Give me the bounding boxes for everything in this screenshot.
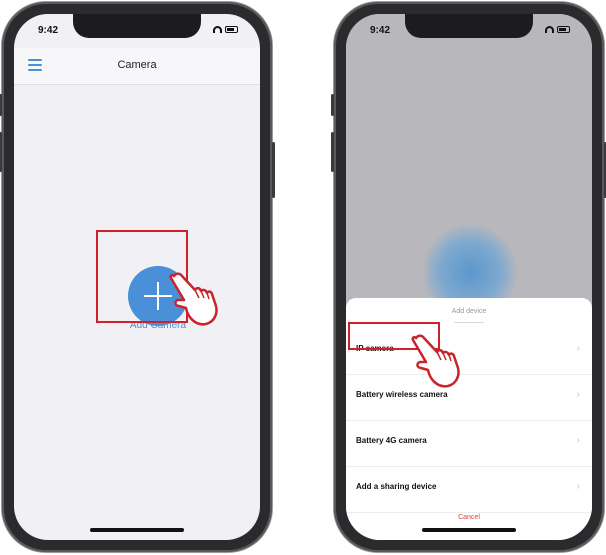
pointing-hand-icon — [169, 272, 218, 326]
sheet-item-battery-4g-camera[interactable]: Battery 4G camera › — [346, 420, 592, 467]
pointing-hand-icon — [411, 334, 460, 388]
status-icons — [213, 26, 238, 33]
phone-right: 9:42 Add device IP camera › Battery wire… — [331, 2, 606, 552]
battery-icon — [557, 26, 570, 33]
page-title: Camera — [117, 59, 157, 71]
home-indicator — [422, 528, 516, 532]
battery-icon — [225, 26, 238, 33]
chevron-right-icon: › — [576, 389, 580, 400]
sheet-item-label: Add a sharing device — [356, 482, 437, 491]
screen-right: 9:42 Add device IP camera › Battery wire… — [346, 14, 592, 540]
chevron-right-icon: › — [576, 435, 580, 446]
volume-button — [331, 132, 334, 172]
chevron-right-icon: › — [576, 343, 580, 354]
power-button — [272, 142, 275, 198]
sheet-title: Add device — [451, 308, 487, 315]
notch — [73, 14, 201, 38]
status-icons — [545, 26, 570, 33]
cancel-button[interactable]: Cancel — [346, 514, 592, 521]
nav-bar: Camera — [14, 48, 260, 85]
sheet-item-battery-wireless-camera[interactable]: Battery wireless camera › — [346, 374, 592, 421]
divider — [454, 322, 484, 323]
side-button — [0, 94, 2, 116]
wifi-icon — [213, 26, 222, 33]
side-button — [331, 94, 334, 116]
chevron-right-icon: › — [576, 481, 580, 492]
status-time: 9:42 — [38, 25, 59, 36]
sheet-item-add-sharing-device[interactable]: Add a sharing device › — [346, 466, 592, 513]
sheet-item-label: Battery 4G camera — [356, 436, 427, 445]
home-indicator — [90, 528, 184, 532]
volume-button — [0, 132, 2, 172]
notch — [405, 14, 533, 38]
wifi-icon — [545, 26, 554, 33]
status-time: 9:42 — [370, 25, 391, 36]
